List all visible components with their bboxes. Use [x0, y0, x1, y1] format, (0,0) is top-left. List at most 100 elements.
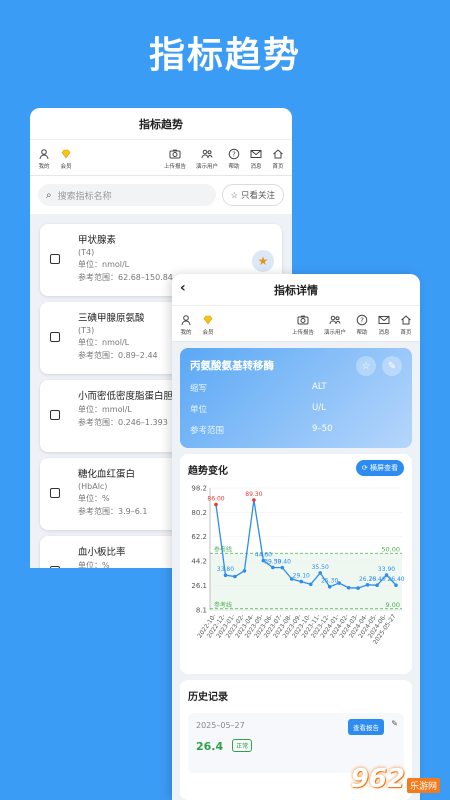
detail-title: 指标详情 [274, 283, 318, 297]
search-input[interactable]: ⌕ 搜索指标名称 [38, 184, 216, 206]
watermark-number: 962 [350, 764, 405, 794]
toolbar-item-home[interactable]: 首页 [400, 314, 412, 336]
search-icon: ⌕ [46, 189, 52, 201]
person-icon [180, 314, 192, 326]
data-label: 26.40 [368, 576, 385, 583]
data-point [242, 569, 247, 573]
home-icon [400, 314, 412, 326]
screen-title: 指标趋势 [30, 108, 292, 140]
toolbar-item-users[interactable]: 演示用户 [196, 148, 218, 170]
data-point [214, 502, 218, 507]
detail-key: 缩写 [190, 384, 208, 394]
reference-line-label: 参考线 [214, 601, 232, 609]
toolbar-item-help[interactable]: ? 帮助 [228, 148, 240, 170]
toolbar-item-person[interactable]: 我的 [38, 148, 50, 170]
users-icon [201, 148, 213, 160]
toolbar-item-mail[interactable]: 消息 [250, 148, 262, 170]
toolbar-label: 消息 [378, 330, 390, 336]
data-label: 89.30 [245, 491, 262, 498]
toolbar-label: 会员 [60, 164, 72, 170]
detail-key: 单位 [190, 405, 208, 415]
toolbar-label: 上传报告 [163, 164, 186, 170]
hero-title: 指标趋势 [148, 35, 301, 76]
edit-icon[interactable]: ✎ [382, 356, 402, 376]
toolbar-item-camera[interactable]: 上传报告 [292, 314, 314, 336]
toolbar-item-camera[interactable]: 上传报告 [164, 148, 186, 170]
data-label: 39.40 [274, 559, 291, 566]
star-icon[interactable]: ☆ [356, 356, 376, 376]
data-label: 35.50 [312, 564, 329, 571]
indicator-detail-screen: ‹ 指标详情 我的 会员 上传报告 演示用户? 帮助 消息 首页 丙氨酸氨基转移酶 ☆ ✎ … [172, 274, 420, 800]
toolbar-item-diamond[interactable]: 会员 [202, 314, 214, 336]
detail-row: 参考范围 9–50 [190, 424, 402, 436]
data-label: 25.30 [321, 578, 338, 585]
toolbar-label: 上传报告 [291, 330, 314, 336]
data-point [271, 565, 275, 570]
reference-value-label: 9.00 [386, 601, 400, 609]
watermark-text: 乐游网 [406, 777, 440, 793]
detail-value: ALT [312, 382, 327, 392]
data-point [318, 571, 323, 575]
data-point [233, 574, 237, 579]
toolbar-label: 首页 [272, 164, 284, 170]
toolbar-item-mail[interactable]: 消息 [378, 314, 390, 336]
search-placeholder: 搜索指标名称 [57, 191, 112, 202]
toolbar-item-users[interactable]: 演示用户 [324, 314, 346, 336]
toolbar-item-help[interactable]: ? 帮助 [356, 314, 368, 336]
toolbar: 我的 会员 上传报告 演示用户? 帮助 消息 首页 [172, 306, 420, 342]
data-label: 29.10 [293, 573, 310, 580]
trend-chart-panel: 趋势变化 ⟳ 横屏查看 8.1 26.1 44.2 62.2 80.2 98.2 50.00… [180, 454, 412, 674]
data-point [394, 583, 398, 588]
checkbox[interactable] [50, 566, 60, 568]
checkbox[interactable] [50, 488, 60, 498]
toolbar-label: 帮助 [356, 330, 368, 336]
toolbar-label: 演示用户 [195, 164, 218, 170]
data-point [308, 582, 313, 587]
data-label: 86.00 [207, 496, 224, 503]
indicator-detail-card: 丙氨酸氨基转移酶 ☆ ✎ 缩写 ALT 单位 U/L 参考范围 9–50 [180, 348, 412, 448]
toolbar-label: 我的 [180, 330, 192, 336]
y-tick-label: 26.1 [191, 582, 207, 590]
view-report-button[interactable]: 查看报告 [348, 719, 384, 735]
data-point [375, 583, 379, 588]
status-badge: 正常 [232, 739, 253, 752]
camera-icon [297, 314, 309, 326]
toolbar-item-diamond[interactable]: 会员 [60, 148, 72, 170]
checkbox[interactable] [50, 254, 60, 264]
data-label: 26.40 [387, 576, 404, 583]
help-icon: ? [228, 148, 240, 160]
data-point [346, 585, 351, 590]
indicator-name: 甲状腺素 [78, 235, 117, 246]
search-row: ⌕ 搜索指标名称 ☆ 只看关注 [30, 176, 292, 214]
home-icon [272, 148, 284, 160]
indicator-unit: 单位：nmol/L [78, 260, 130, 269]
y-tick-label: 8.1 [196, 607, 207, 615]
data-point [365, 583, 370, 587]
help-icon: ? [356, 314, 368, 326]
mail-icon [250, 148, 262, 160]
edit-icon[interactable]: ✎ [391, 719, 398, 728]
toolbar-item-home[interactable]: 首页 [272, 148, 284, 170]
landscape-view-button[interactable]: ⟳ 横屏查看 [355, 460, 404, 476]
checkbox[interactable] [50, 410, 60, 420]
indicator-abbr: (T4) [78, 248, 95, 257]
back-arrow-icon[interactable]: ‹ [180, 280, 186, 296]
data-point [327, 584, 332, 589]
checkbox[interactable] [50, 332, 60, 342]
star-icon[interactable]: ★ [252, 250, 274, 272]
mail-icon [378, 314, 390, 326]
detail-row: 缩写 ALT [190, 382, 402, 394]
favorites-filter-button[interactable]: ☆ 只看关注 [221, 184, 284, 206]
data-label: 33.90 [378, 566, 395, 573]
diamond-icon [60, 148, 72, 160]
person-icon [38, 148, 50, 160]
toolbar-label: 演示用户 [323, 330, 346, 336]
detail-value: 9–50 [312, 424, 333, 434]
svg-text:?: ? [360, 317, 364, 325]
data-point [299, 579, 304, 584]
data-point [223, 573, 228, 578]
site-watermark: 962 乐游网 [351, 764, 440, 794]
y-tick-label: 80.2 [191, 509, 207, 517]
svg-text:?: ? [232, 151, 236, 159]
toolbar-item-person[interactable]: 我的 [180, 314, 192, 336]
